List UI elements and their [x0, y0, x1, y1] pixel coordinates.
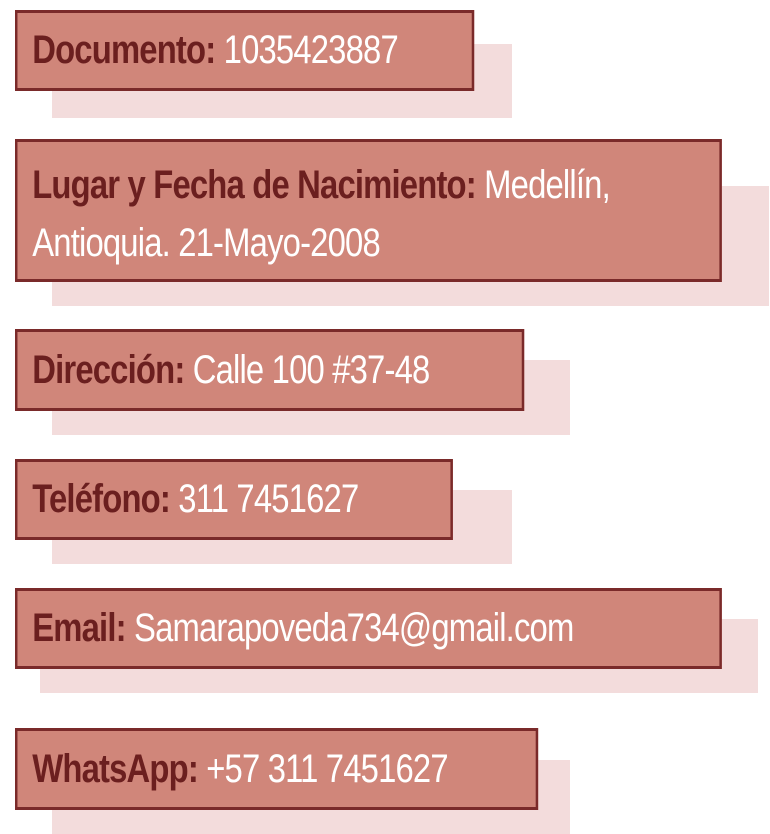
nacimiento-label: Lugar y Fecha de Nacimiento:: [32, 163, 476, 207]
whatsapp-label: WhatsApp:: [32, 747, 199, 791]
documento-card: Documento: 1035423887: [15, 10, 475, 91]
whatsapp-card: WhatsApp: +57 311 7451627: [15, 728, 539, 810]
nacimiento-card: Lugar y Fecha de Nacimiento: Medellín, A…: [15, 139, 722, 282]
documento-value: 1035423887: [215, 28, 399, 72]
telefono-label: Teléfono:: [32, 477, 171, 521]
email-card: Email: Samarapoveda734@gmail.com: [15, 588, 722, 669]
email-label: Email:: [32, 606, 126, 650]
whatsapp-value: +57 311 7451627: [197, 747, 448, 791]
contact-info-panel: Documento: 1035423887 Lugar y Fecha de N…: [0, 0, 770, 834]
direccion-value: Calle 100 #37-48: [184, 348, 431, 392]
telefono-card: Teléfono: 311 7451627: [15, 459, 453, 540]
direccion-label: Dirección:: [32, 348, 185, 392]
email-value: Samarapoveda734@gmail.com: [125, 606, 574, 650]
direccion-card: Dirección: Calle 100 #37-48: [15, 329, 525, 411]
telefono-value: 311 7451627: [169, 477, 359, 521]
documento-label: Documento:: [32, 28, 216, 72]
